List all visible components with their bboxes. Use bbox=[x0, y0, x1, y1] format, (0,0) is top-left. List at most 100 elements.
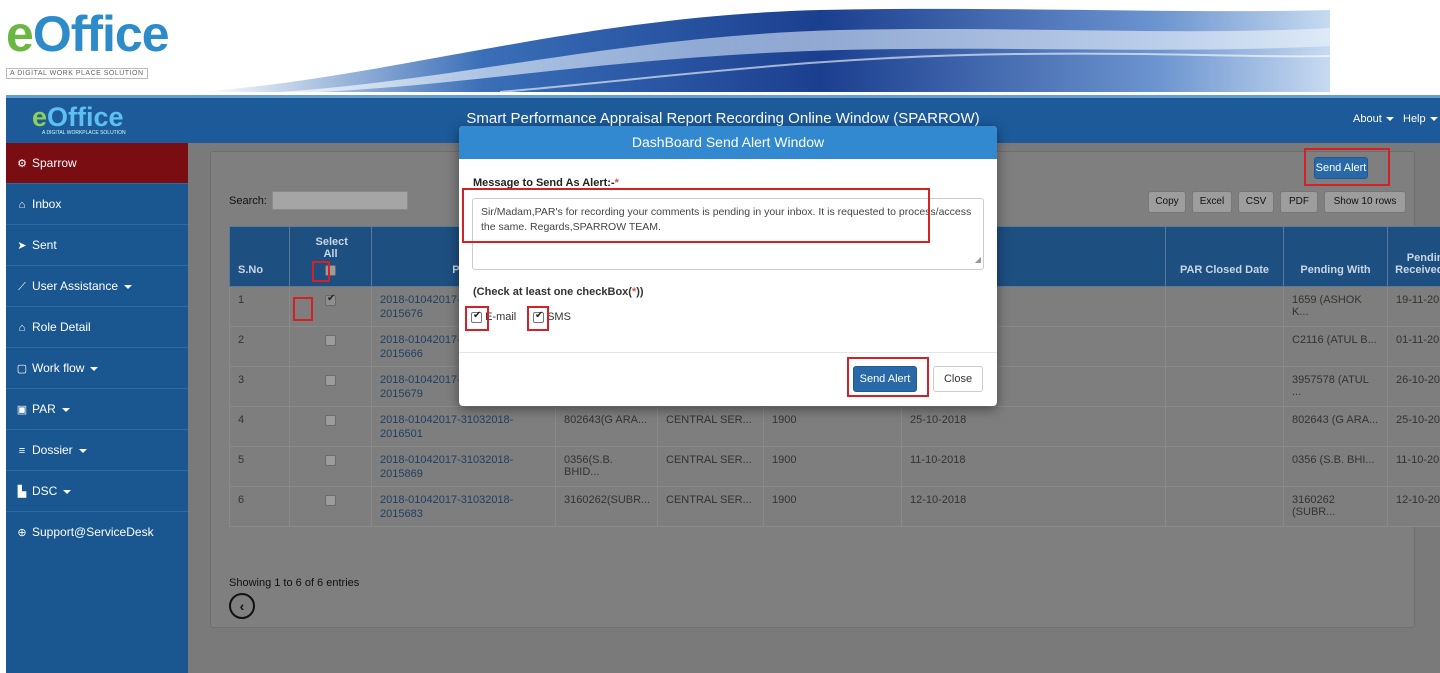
excel-button[interactable]: Excel bbox=[1192, 191, 1232, 213]
chevron-down-icon bbox=[78, 448, 87, 453]
modal-divider bbox=[459, 352, 997, 353]
banner: eOffice A DIGITAL WORK PLACE SOLUTION bbox=[0, 0, 1440, 95]
cell-par-closed-date bbox=[1165, 326, 1284, 367]
cell-pending-with: 802643 (G ARA... bbox=[1283, 406, 1388, 447]
modal-close-button[interactable]: Close bbox=[933, 366, 983, 392]
cell-employee: 0356(S.B. BHID... bbox=[555, 446, 658, 487]
cell-par-closed-date bbox=[1165, 486, 1284, 527]
chevron-down-icon bbox=[1429, 117, 1438, 122]
chevron-down-icon bbox=[63, 489, 72, 494]
cell-select bbox=[289, 406, 372, 447]
back-button[interactable]: ‹ bbox=[229, 593, 255, 619]
cell-sno: 2 bbox=[229, 326, 290, 367]
about-menu[interactable]: About bbox=[1353, 113, 1394, 125]
cell-sno: 6 bbox=[229, 486, 290, 527]
globe-icon: ⊕ bbox=[17, 527, 27, 539]
cell-date: 25-10-2018 bbox=[901, 406, 1166, 447]
cell-par-link[interactable]: 2018-01042017-31032018- 2015869 bbox=[371, 446, 556, 487]
app-logo-tagline: A DIGITAL WORKPLACE SOLUTION bbox=[42, 130, 126, 136]
cell-select bbox=[289, 486, 372, 527]
cell-pending-received-on: 26-10-2018 bbox=[1387, 366, 1440, 407]
cell-pending-received-on: 19-11-2018 bbox=[1387, 286, 1440, 327]
cell-sno: 3 bbox=[229, 366, 290, 407]
cell-batch: 1900 bbox=[763, 446, 902, 487]
cell-pending-with: 0356 (S.B. BHI... bbox=[1283, 446, 1388, 487]
help-menu[interactable]: Help bbox=[1403, 113, 1438, 125]
cell-par-link[interactable]: 2018-01042017-31032018- 2015683 bbox=[371, 486, 556, 527]
cell-par-closed-date bbox=[1165, 406, 1284, 447]
app-title: Smart Performance Appraisal Report Recor… bbox=[466, 110, 980, 127]
cell-batch: 1900 bbox=[763, 406, 902, 447]
sidebar-item-support[interactable]: ⊕ Support@ServiceDesk bbox=[6, 512, 188, 553]
search-label: Search: bbox=[229, 195, 267, 207]
copy-button[interactable]: Copy bbox=[1148, 191, 1186, 213]
sidebar-item-dsc[interactable]: ▙ DSC bbox=[6, 471, 188, 512]
chevron-down-icon bbox=[90, 366, 99, 371]
cell-par-link[interactable]: 2018-01042017-31032018- 2016501 bbox=[371, 406, 556, 447]
row-checkbox[interactable] bbox=[325, 293, 336, 306]
banner-swoosh-graphic bbox=[200, 8, 1330, 92]
check-hint: (Check at least one checkBox(*)) bbox=[473, 286, 644, 298]
col-header-sno[interactable]: S.No bbox=[229, 226, 290, 287]
col-header-select-all[interactable]: Select All bbox=[289, 226, 372, 287]
chevron-left-icon: ‹ bbox=[239, 598, 245, 614]
send-icon: ➤ bbox=[17, 240, 27, 252]
col-header-pending-received-on[interactable]: Pending Received On bbox=[1387, 226, 1440, 287]
sidebar-item-sparrow[interactable]: ⚙ Sparrow bbox=[6, 143, 188, 184]
cell-batch: 1900 bbox=[763, 486, 902, 527]
highlight-box bbox=[312, 261, 330, 282]
dashboard-icon: ⚙ bbox=[17, 158, 27, 170]
cell-pending-received-on: 12-10-2018 bbox=[1387, 486, 1440, 527]
row-checkbox[interactable] bbox=[325, 334, 336, 346]
sidebar-item-work-flow[interactable]: ▢ Work flow bbox=[6, 348, 188, 389]
csv-button[interactable]: CSV bbox=[1238, 191, 1274, 213]
show-rows-button[interactable]: Show 10 rows bbox=[1324, 191, 1406, 213]
table-row[interactable]: 5 2018-01042017-31032018- 2015869 0356(S.B… bbox=[229, 446, 1440, 487]
cell-sno: 1 bbox=[229, 286, 290, 327]
image-icon: ▣ bbox=[16, 404, 28, 416]
sidebar-item-role-detail[interactable]: ⌂ Role Detail bbox=[6, 307, 188, 348]
search-input[interactable] bbox=[272, 191, 408, 210]
table-row[interactable]: 4 2018-01042017-31032018- 2016501 802643(G… bbox=[229, 406, 1440, 447]
cell-employee: 802643(G ARA... bbox=[555, 406, 658, 447]
row-checkbox[interactable] bbox=[325, 374, 336, 386]
sidebar-item-inbox[interactable]: ⌂ Inbox bbox=[6, 184, 188, 225]
list-icon: ≡ bbox=[18, 445, 26, 457]
cell-sno: 5 bbox=[229, 446, 290, 487]
highlight-box bbox=[293, 297, 313, 321]
col-header-pending-with[interactable]: Pending With bbox=[1283, 226, 1388, 287]
sidebar-item-sent[interactable]: ➤ Sent bbox=[6, 225, 188, 266]
cell-select bbox=[289, 326, 372, 367]
cell-pending-with: 3957578 (ATUL ... bbox=[1283, 366, 1388, 407]
sidebar-item-par[interactable]: ▣ PAR bbox=[6, 389, 188, 430]
row-checkbox[interactable] bbox=[325, 414, 336, 426]
highlight-box bbox=[465, 306, 489, 331]
cell-employee: 3160262(SUBR... bbox=[555, 486, 658, 527]
col-header-par-closed-date[interactable]: PAR Closed Date bbox=[1165, 226, 1284, 287]
cell-date: 11-10-2018 bbox=[901, 446, 1166, 487]
cell-pending-received-on: 11-10-2018 bbox=[1387, 446, 1440, 487]
chevron-down-icon bbox=[1385, 117, 1394, 122]
inbox-icon: ⌂ bbox=[18, 199, 26, 211]
cell-pending-with: 1659 (ASHOK K... bbox=[1283, 286, 1388, 327]
select-all-label: Select All bbox=[315, 236, 348, 260]
highlight-box bbox=[462, 188, 930, 243]
cell-date: 12-10-2018 bbox=[901, 486, 1166, 527]
row-checkbox[interactable] bbox=[325, 454, 336, 466]
sidebar-item-dossier[interactable]: ≡ Dossier bbox=[6, 430, 188, 471]
cell-select bbox=[289, 366, 372, 407]
cell-service: CENTRAL SER... bbox=[657, 486, 764, 527]
file-icon: ▙ bbox=[17, 486, 27, 498]
eoffice-logo: eOffice bbox=[6, 6, 170, 62]
highlight-box bbox=[527, 306, 549, 331]
chevron-down-icon bbox=[61, 407, 70, 412]
sidebar: ⚙ Sparrow ⌂ Inbox ➤ Sent ⟋ User Assistance ⌂… bbox=[6, 143, 188, 673]
cell-pending-received-on: 01-11-2018 bbox=[1387, 326, 1440, 367]
sidebar-item-user-assistance[interactable]: ⟋ User Assistance bbox=[6, 266, 188, 307]
row-checkbox[interactable] bbox=[325, 494, 336, 506]
chart-icon: ⟋ bbox=[18, 281, 26, 293]
pdf-button[interactable]: PDF bbox=[1280, 191, 1318, 213]
table-row[interactable]: 6 2018-01042017-31032018- 2015683 3160262(… bbox=[229, 486, 1440, 527]
cell-pending-with: 3160262 (SUBR... bbox=[1283, 486, 1388, 527]
resize-handle-icon[interactable]: ◢ bbox=[975, 252, 981, 267]
